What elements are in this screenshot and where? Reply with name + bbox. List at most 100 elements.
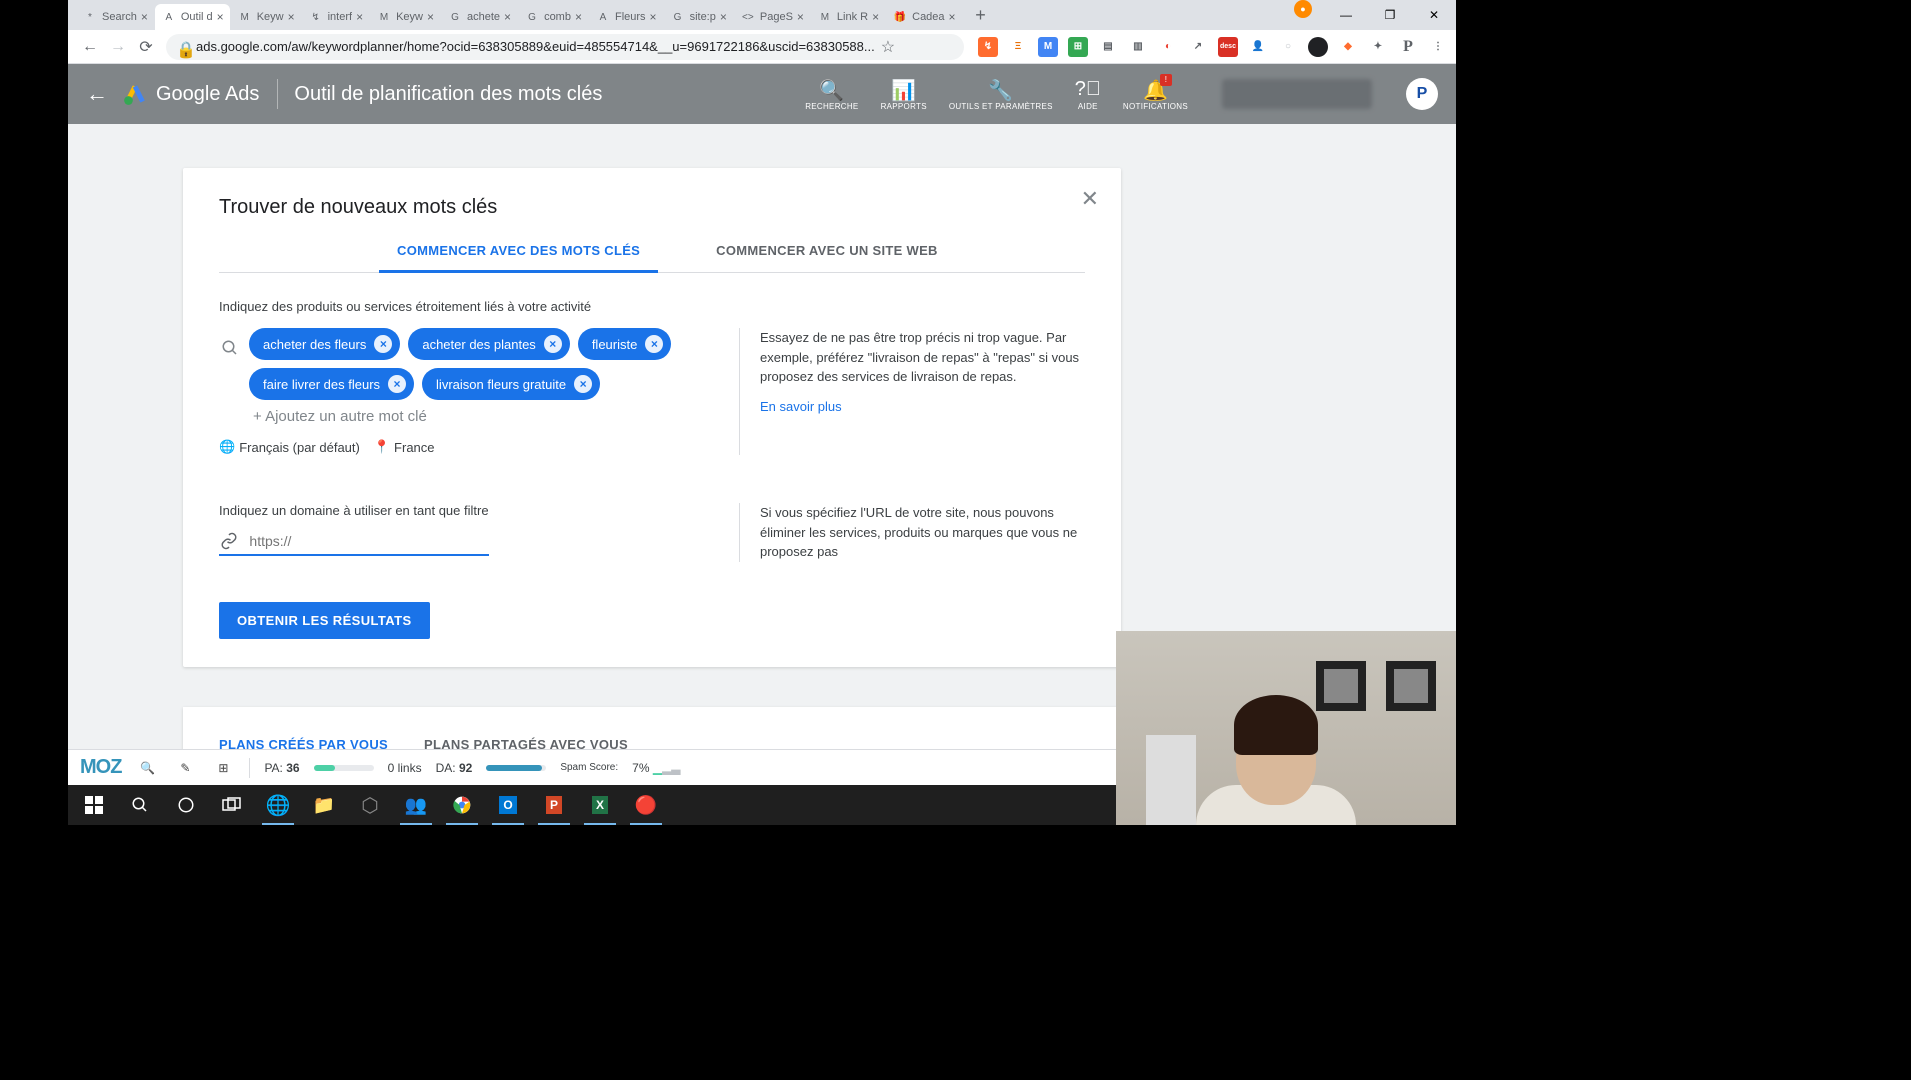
tab-close-icon[interactable]: ×	[356, 10, 363, 24]
tab-close-icon[interactable]: ×	[797, 10, 804, 24]
ext-icon-13[interactable]: ◆	[1338, 37, 1358, 57]
browser-tab[interactable]: Gachete×	[441, 4, 517, 30]
start-button[interactable]	[72, 785, 116, 825]
minimize-button[interactable]: —	[1324, 0, 1368, 30]
search-button[interactable]	[118, 785, 162, 825]
browser-tab[interactable]: MKeyw×	[370, 4, 440, 30]
taskbar-excel[interactable]: X	[578, 785, 622, 825]
reload-button[interactable]: ⟳	[132, 33, 160, 61]
language-selector[interactable]: 🌐 Français (par défaut)	[219, 439, 360, 455]
header-back-button[interactable]: ←	[86, 81, 108, 107]
cortana-button[interactable]	[164, 785, 208, 825]
taskbar-teams[interactable]: 👥	[394, 785, 438, 825]
tab-close-icon[interactable]: ×	[720, 10, 727, 24]
ext-icon-8[interactable]: ↗	[1188, 37, 1208, 57]
ext-icon-10[interactable]: 👤	[1248, 37, 1268, 57]
close-window-button[interactable]: ✕	[1412, 0, 1456, 30]
taskbar-explorer[interactable]: 📁	[302, 785, 346, 825]
browser-tab[interactable]: ↯interf×	[302, 4, 369, 30]
tab-close-icon[interactable]: ×	[949, 10, 956, 24]
moz-highlight-icon[interactable]: ✎	[173, 756, 197, 780]
moz-da-icon[interactable]: ⊞	[211, 756, 235, 780]
keyword-chip: acheter des plantes×	[408, 328, 569, 360]
ext-icon-6[interactable]: ▥	[1128, 37, 1148, 57]
app-header: ← Google Ads Outil de planification des …	[68, 64, 1456, 124]
user-avatar[interactable]: P	[1406, 78, 1438, 110]
browser-tab[interactable]: Gsite:p×	[664, 4, 733, 30]
keyword-chips-container[interactable]: acheter des fleurs×acheter des plantes×f…	[249, 328, 699, 400]
browser-tab[interactable]: * Search ×	[76, 4, 154, 30]
taskbar-powerpoint[interactable]: P	[532, 785, 576, 825]
chrome-profile-button[interactable]: ●	[1294, 0, 1312, 18]
tab-close-icon[interactable]: ×	[141, 10, 148, 24]
header-tools-button[interactable]: 🔧 OUTILS ET PARAMÈTRES	[949, 78, 1053, 111]
ext-icon-9[interactable]: desc	[1218, 37, 1238, 57]
tab-close-icon[interactable]: ×	[427, 10, 434, 24]
moz-spam-value: 7% ▁▂▃	[632, 761, 680, 775]
header-search-button[interactable]: 🔍 RECHERCHE	[805, 78, 858, 111]
wrench-icon: 🔧	[988, 78, 1013, 102]
chip-remove-icon[interactable]: ×	[374, 335, 392, 353]
domain-filter-input[interactable]	[249, 533, 489, 549]
tab-close-icon[interactable]: ×	[504, 10, 511, 24]
help-icon: ?⃝	[1075, 78, 1101, 102]
ext-icon-5[interactable]: ▤	[1098, 37, 1118, 57]
moz-inspect-icon[interactable]: 🔍	[135, 756, 159, 780]
tab-close-icon[interactable]: ×	[288, 10, 295, 24]
tab-favicon: *	[82, 9, 98, 25]
back-button[interactable]: ←	[76, 33, 104, 61]
tab-title: Keyw	[396, 11, 423, 23]
browser-tab[interactable]: <>PageS×	[734, 4, 810, 30]
chip-remove-icon[interactable]: ×	[645, 335, 663, 353]
browser-tab[interactable]: 🎁Cadea×	[886, 4, 961, 30]
taskbar-recorder[interactable]: 🔴	[624, 785, 668, 825]
browser-tab[interactable]: MLink R×	[811, 4, 885, 30]
ext-icon-3[interactable]: M	[1038, 37, 1058, 57]
ext-icon-1[interactable]: ↯	[978, 37, 998, 57]
domain-section-label: Indiquez un domaine à utiliser en tant q…	[219, 503, 699, 518]
add-keyword-input[interactable]: + Ajoutez un autre mot clé	[251, 400, 699, 433]
ext-icon-4[interactable]: ⊞	[1068, 37, 1088, 57]
location-selector[interactable]: 📍 France	[374, 439, 435, 455]
close-icon[interactable]: ✕	[1081, 186, 1099, 212]
browser-tab[interactable]: MKeyw×	[231, 4, 301, 30]
ext-icon-p[interactable]: P	[1398, 37, 1418, 57]
tab-close-icon[interactable]: ×	[575, 10, 582, 24]
ext-icon-7[interactable]: ◐	[1158, 37, 1178, 57]
keyword-chip: fleuriste×	[578, 328, 672, 360]
ext-icon-2[interactable]: Ξ	[1008, 37, 1028, 57]
tab-start-with-keywords[interactable]: COMMENCER AVEC DES MOTS CLÉS	[379, 231, 658, 273]
taskbar-edge[interactable]: 🌐	[256, 785, 300, 825]
taskbar-outlook[interactable]: O	[486, 785, 530, 825]
taskbar-app-hex[interactable]: ⬡	[348, 785, 392, 825]
bookmark-star-icon[interactable]: ☆	[881, 37, 895, 57]
new-tab-button[interactable]: +	[969, 3, 993, 27]
maximize-button[interactable]: ❐	[1368, 0, 1412, 30]
chip-remove-icon[interactable]: ×	[544, 335, 562, 353]
get-results-button[interactable]: OBTENIR LES RÉSULTATS	[219, 602, 430, 639]
learn-more-link[interactable]: En savoir plus	[760, 397, 1099, 417]
header-notifications-button[interactable]: 🔔 NOTIFICATIONS	[1123, 78, 1188, 111]
tab-close-icon[interactable]: ×	[217, 10, 224, 24]
header-reports-button[interactable]: 📊 RAPPORTS	[881, 78, 927, 111]
chrome-menu-button[interactable]: ⋮	[1428, 37, 1448, 57]
ext-icon-11[interactable]: ○	[1278, 37, 1298, 57]
task-view-button[interactable]	[210, 785, 254, 825]
extensions-puzzle-icon[interactable]: ✦	[1368, 37, 1388, 57]
taskbar-chrome[interactable]	[440, 785, 484, 825]
tab-title: Search	[102, 11, 137, 23]
browser-tabstrip: *Search×AOutil d×MKeyw×↯interf×MKeyw×Gac…	[68, 0, 1456, 30]
chip-remove-icon[interactable]: ×	[388, 375, 406, 393]
chip-remove-icon[interactable]: ×	[574, 375, 592, 393]
ext-icon-12[interactable]	[1308, 37, 1328, 57]
browser-tab[interactable]: AFleurs×	[589, 4, 663, 30]
header-help-button[interactable]: ?⃝ AIDE	[1075, 78, 1101, 111]
browser-tab[interactable]: Gcomb×	[518, 4, 588, 30]
address-bar[interactable]: 🔒 ads.google.com/aw/keywordplanner/home?…	[166, 34, 964, 60]
tab-close-icon[interactable]: ×	[650, 10, 657, 24]
forward-button[interactable]: →	[104, 33, 132, 61]
bell-icon: 🔔	[1143, 78, 1168, 102]
browser-tab[interactable]: AOutil d×	[155, 4, 230, 30]
tab-close-icon[interactable]: ×	[872, 10, 879, 24]
tab-start-with-website[interactable]: COMMENCER AVEC UN SITE WEB	[698, 231, 956, 272]
